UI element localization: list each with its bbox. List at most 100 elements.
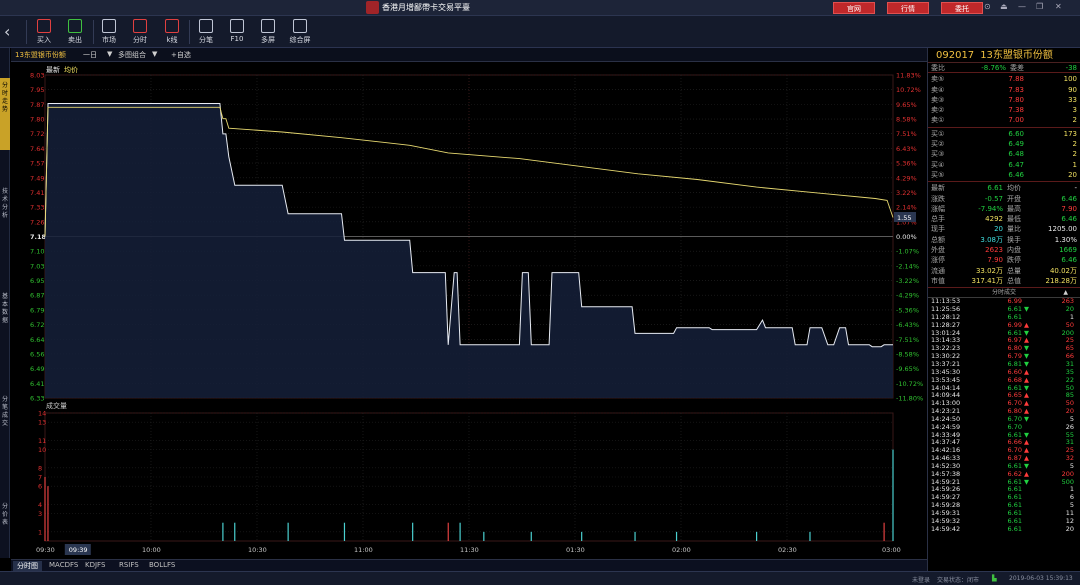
bid-book: 买① 6.60 173 买② 6.49 2 买③ 6.48 2 买④ 6.47 1 买⑤ 6.46 20 xyxy=(928,128,1080,183)
pct-tick-label: -8.58% xyxy=(896,350,919,358)
volume-tick-label: 6 xyxy=(38,483,42,491)
pct-tick-label: -11.80% xyxy=(896,395,923,403)
price-tick-label: 6.72 xyxy=(30,321,44,329)
volume-tick-label: 7 xyxy=(38,474,42,482)
pct-tick-label: 0.00% xyxy=(896,233,917,241)
stat-value: 6.61 xyxy=(987,184,1003,193)
price-tick-label: 7.26 xyxy=(30,218,44,226)
pct-tick-label: -4.29% xyxy=(896,292,919,300)
pct-tick-label: -6.43% xyxy=(896,321,919,329)
bid-price: 6.47 xyxy=(1008,160,1024,169)
bid-label: 买④ xyxy=(931,160,945,169)
ask-price: 7.80 xyxy=(1008,95,1024,104)
stock-code: 092017 xyxy=(936,50,975,61)
bid-label: 买① xyxy=(931,129,945,138)
price-tick-label: 6.33 xyxy=(30,395,44,403)
stat-label: 总量 xyxy=(1007,266,1021,275)
bid-price: 6.60 xyxy=(1008,129,1024,138)
stat-value: 317.41万 xyxy=(971,276,1004,285)
stat-row: 市值 317.41万 总值 218.28万 xyxy=(928,276,1080,286)
volume-tick-label: 8 xyxy=(38,464,42,472)
stat-row: 总手 4292 最低 6.46 xyxy=(928,214,1080,224)
ask-volume: 3 xyxy=(1072,106,1077,115)
volume-tick-label: 4 xyxy=(38,501,42,509)
stat-value: 4292 xyxy=(985,215,1003,224)
pct-tick-label: 6.43% xyxy=(896,145,917,153)
stat-value: 6.46 xyxy=(1061,194,1077,203)
bid-volume: 1 xyxy=(1072,160,1077,169)
bid-label: 买⑤ xyxy=(931,170,945,179)
ask-price: 7.88 xyxy=(1008,75,1024,84)
pct-tick-label: 3.22% xyxy=(896,189,917,197)
price-tick-label: 7.72 xyxy=(30,130,44,138)
price-tick-label: 6.87 xyxy=(30,292,44,300)
weibi-value: -8.76% xyxy=(981,64,1006,72)
trade-volume: 500 xyxy=(1061,477,1074,486)
quote-header: 092017 13东盟银币份额 xyxy=(928,48,1080,63)
stat-row: 涨幅 -7.94% 最高 7.90 xyxy=(928,204,1080,214)
stat-value: 40.02万 xyxy=(1049,266,1077,275)
bid-label: 买② xyxy=(931,140,945,149)
trades-list[interactable]: 11:13:53 6.99 263 11:25:56 6.61 ▼ 20 11:28:12 6.… xyxy=(928,297,1080,533)
pct-tick-label: -3.22% xyxy=(896,277,919,285)
stat-row: 总额 3.08万 换手 1.30% xyxy=(928,235,1080,245)
stock-name: 13东盟银币份额 xyxy=(980,50,1053,61)
volume-tick-label: 10 xyxy=(38,446,46,454)
ask-price: 7.00 xyxy=(1008,116,1024,125)
bid-volume: 173 xyxy=(1063,129,1077,138)
pct-tick-label: -10.72% xyxy=(896,380,923,388)
bid-volume: 2 xyxy=(1072,140,1077,149)
crosshair-pct-label: 1.55 xyxy=(897,214,911,222)
volume-tick-label: 11 xyxy=(38,437,46,445)
tab-macdfs[interactable]: MACDFS xyxy=(45,561,82,569)
price-tick-label: 7.18 xyxy=(30,233,47,241)
stat-value: - xyxy=(1074,184,1077,193)
stat-value: 3.08万 xyxy=(980,235,1003,244)
stat-label: 涨停 xyxy=(931,256,945,265)
login-status[interactable]: 未登录 xyxy=(912,575,930,584)
stat-row: 外盘 2623 内盘 1669 xyxy=(928,245,1080,255)
ask-price: 7.83 xyxy=(1008,85,1024,94)
ask-volume: 2 xyxy=(1072,116,1077,125)
price-tick-label: 6.95 xyxy=(30,277,44,285)
stat-label: 涨幅 xyxy=(931,204,945,213)
ask-label: 卖③ xyxy=(931,95,945,104)
tab-bollfs[interactable]: BOLLFS xyxy=(145,561,179,569)
price-tick-label: 7.57 xyxy=(30,160,44,168)
stats-table: 最新 6.61 均价 - 涨跌 -0.57 开盘 6.46 涨幅 -7.94% 最高 7.90 总手 42… xyxy=(928,182,1080,289)
stat-value: 6.46 xyxy=(1061,256,1077,265)
legend-avg: 均价 xyxy=(64,65,78,74)
stat-value: 6.46 xyxy=(1061,215,1077,224)
time-tick-label: 10:00 xyxy=(142,546,161,554)
time-tick-label: 01:30 xyxy=(566,546,585,554)
timeshare-chart[interactable]: 8.03 11.83% 7.95 10.72% 7.87 9.65% 7.80 8.58% 7.… xyxy=(0,0,1080,585)
bid-row: 买① 6.60 173 xyxy=(928,129,1080,139)
bid-price: 6.46 xyxy=(1008,170,1024,179)
time-tick-label: 03:00 xyxy=(882,546,901,554)
crosshair-time-label: 09:39 xyxy=(69,546,88,554)
bid-row: 买② 6.49 2 xyxy=(928,139,1080,149)
stat-row: 现手 20 量比 1205.00 xyxy=(928,224,1080,234)
pct-tick-label: -9.65% xyxy=(896,365,919,373)
tab-timeshare-chart[interactable]: 分时图 xyxy=(13,561,42,571)
weibi-label: 委比 xyxy=(931,64,945,72)
tab-kdjfs[interactable]: KDJFS xyxy=(81,561,109,569)
quote-panel: 092017 13东盟银币份额 委比 -8.76% 委差 -38 卖⑤ 7.88 10… xyxy=(927,48,1080,571)
ask-label: 卖④ xyxy=(931,85,945,94)
trade-volume: 20 xyxy=(1065,524,1074,533)
pct-tick-label: 8.58% xyxy=(896,116,917,124)
price-tick-label: 7.10 xyxy=(30,248,44,256)
price-tick-label: 6.56 xyxy=(30,350,44,358)
trade-direction-icon: ▼ xyxy=(1024,477,1029,486)
ask-price: 7.38 xyxy=(1008,106,1024,115)
pct-tick-label: -1.07% xyxy=(896,248,919,256)
tab-rsifs[interactable]: RSIFS xyxy=(115,561,143,569)
weibi-row: 委比 -8.76% 委差 -38 xyxy=(928,63,1080,74)
price-tick-label: 7.33 xyxy=(30,204,44,212)
time-tick-label: 02:00 xyxy=(672,546,691,554)
volume-tick-label: 13 xyxy=(38,419,46,427)
ask-label: 卖① xyxy=(931,116,945,125)
stat-label: 最高 xyxy=(1007,204,1021,213)
stat-value: 218.28万 xyxy=(1045,276,1078,285)
pct-tick-label: 5.36% xyxy=(896,160,917,168)
